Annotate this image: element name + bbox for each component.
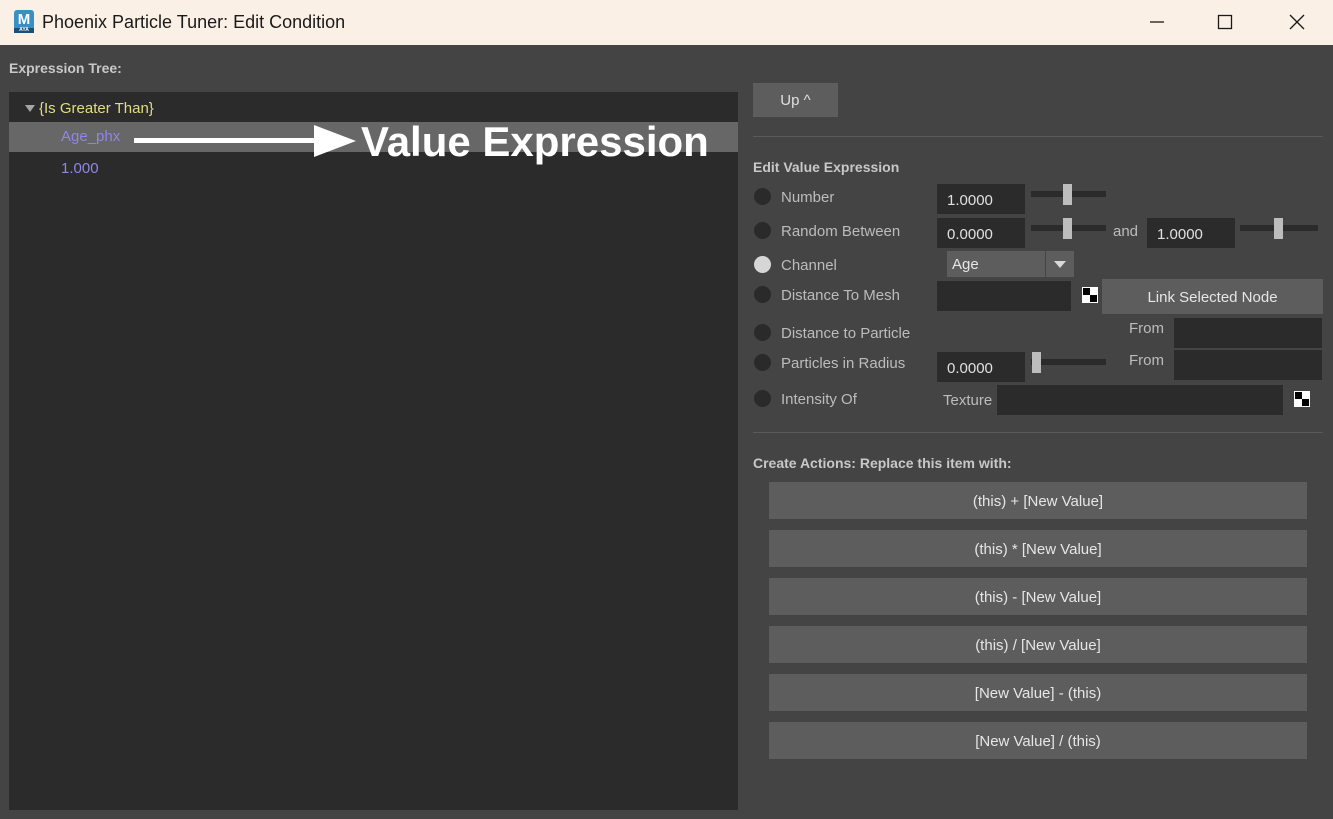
- option-label-distance-to-mesh: Distance To Mesh: [781, 287, 900, 304]
- texture-field[interactable]: [997, 385, 1283, 415]
- particle-from-field[interactable]: [1174, 318, 1322, 348]
- radio-distance-to-mesh[interactable]: [754, 286, 771, 303]
- expression-tree-label: Expression Tree:: [9, 60, 122, 76]
- annotation-arrow-shaft: [134, 138, 319, 143]
- annotation-label: Value Expression: [361, 118, 709, 165]
- radio-channel[interactable]: [754, 256, 771, 273]
- option-label-number: Number: [781, 189, 835, 206]
- divider: [753, 432, 1323, 433]
- radio-particles-in-radius[interactable]: [754, 354, 771, 371]
- dropdown-button[interactable]: [1045, 251, 1074, 277]
- action-subtract-button[interactable]: (this) - [New Value]: [769, 578, 1307, 615]
- channel-selected-value: Age: [952, 256, 979, 273]
- maya-app-icon: M AYA: [14, 10, 34, 33]
- action-divide-button[interactable]: (this) / [New Value]: [769, 626, 1307, 663]
- radius-value-field[interactable]: 0.0000: [937, 352, 1025, 382]
- option-label-channel: Channel: [781, 257, 837, 274]
- radio-intensity-of[interactable]: [754, 390, 771, 407]
- from-label: From: [1129, 320, 1164, 337]
- texture-picker-icon[interactable]: [1294, 391, 1310, 407]
- number-slider-handle[interactable]: [1063, 184, 1072, 205]
- radius-slider-handle[interactable]: [1032, 352, 1041, 373]
- option-label-intensity-of: Intensity Of: [781, 391, 857, 408]
- expression-tree-panel[interactable]: {Is Greater Than} Age_phx 1.000: [9, 92, 738, 810]
- from-label: From: [1129, 352, 1164, 369]
- option-label-particles-in-radius: Particles in Radius: [781, 355, 906, 372]
- radius-from-field[interactable]: [1174, 350, 1322, 380]
- minimize-icon: [1150, 21, 1164, 23]
- texture-label: Texture: [943, 392, 993, 409]
- texture-picker-icon[interactable]: [1082, 287, 1098, 303]
- tree-root-label: {Is Greater Than}: [39, 100, 154, 117]
- minimize-button[interactable]: [1122, 0, 1192, 45]
- divider: [753, 136, 1323, 137]
- link-selected-node-button[interactable]: Link Selected Node: [1102, 279, 1323, 314]
- tree-child-label: 1.000: [61, 160, 99, 177]
- action-reverse-divide-button[interactable]: [New Value] / (this): [769, 722, 1307, 759]
- create-actions-heading: Create Actions: Replace this item with:: [753, 455, 1012, 471]
- option-label-random-between: Random Between: [781, 223, 901, 240]
- random-min-slider-handle[interactable]: [1063, 218, 1072, 239]
- chevron-down-icon: [1054, 261, 1066, 268]
- title-bar: M AYA Phoenix Particle Tuner: Edit Condi…: [0, 0, 1333, 45]
- action-add-button[interactable]: (this) + [New Value]: [769, 482, 1307, 519]
- channel-dropdown[interactable]: Age: [947, 251, 1074, 277]
- window-title: Phoenix Particle Tuner: Edit Condition: [42, 12, 346, 32]
- number-value-field[interactable]: 1.0000: [937, 184, 1025, 214]
- collapse-triangle-icon[interactable]: [25, 105, 35, 112]
- radio-random-between[interactable]: [754, 222, 771, 239]
- close-icon: [1289, 14, 1305, 30]
- radio-distance-to-particle[interactable]: [754, 324, 771, 341]
- edit-value-heading: Edit Value Expression: [753, 159, 900, 175]
- mesh-node-field[interactable]: [937, 281, 1071, 311]
- app-icon-subtext: AYA: [14, 28, 34, 33]
- and-label: and: [1113, 223, 1139, 240]
- radius-slider[interactable]: [1031, 359, 1106, 365]
- maximize-icon: [1217, 14, 1233, 30]
- app-icon-letter: M: [17, 11, 31, 28]
- action-multiply-button[interactable]: (this) * [New Value]: [769, 530, 1307, 567]
- option-label-distance-to-particle: Distance to Particle: [781, 325, 911, 342]
- tree-child-label: Age_phx: [61, 128, 121, 145]
- annotation-arrow-icon: [314, 125, 356, 157]
- close-button[interactable]: [1262, 0, 1332, 45]
- up-button[interactable]: Up ^: [753, 83, 838, 117]
- random-max-field[interactable]: 1.0000: [1147, 218, 1235, 248]
- random-max-slider-handle[interactable]: [1274, 218, 1283, 239]
- radio-number[interactable]: [754, 188, 771, 205]
- random-min-field[interactable]: 0.0000: [937, 218, 1025, 248]
- maximize-button[interactable]: [1190, 0, 1260, 45]
- action-reverse-subtract-button[interactable]: [New Value] - (this): [769, 674, 1307, 711]
